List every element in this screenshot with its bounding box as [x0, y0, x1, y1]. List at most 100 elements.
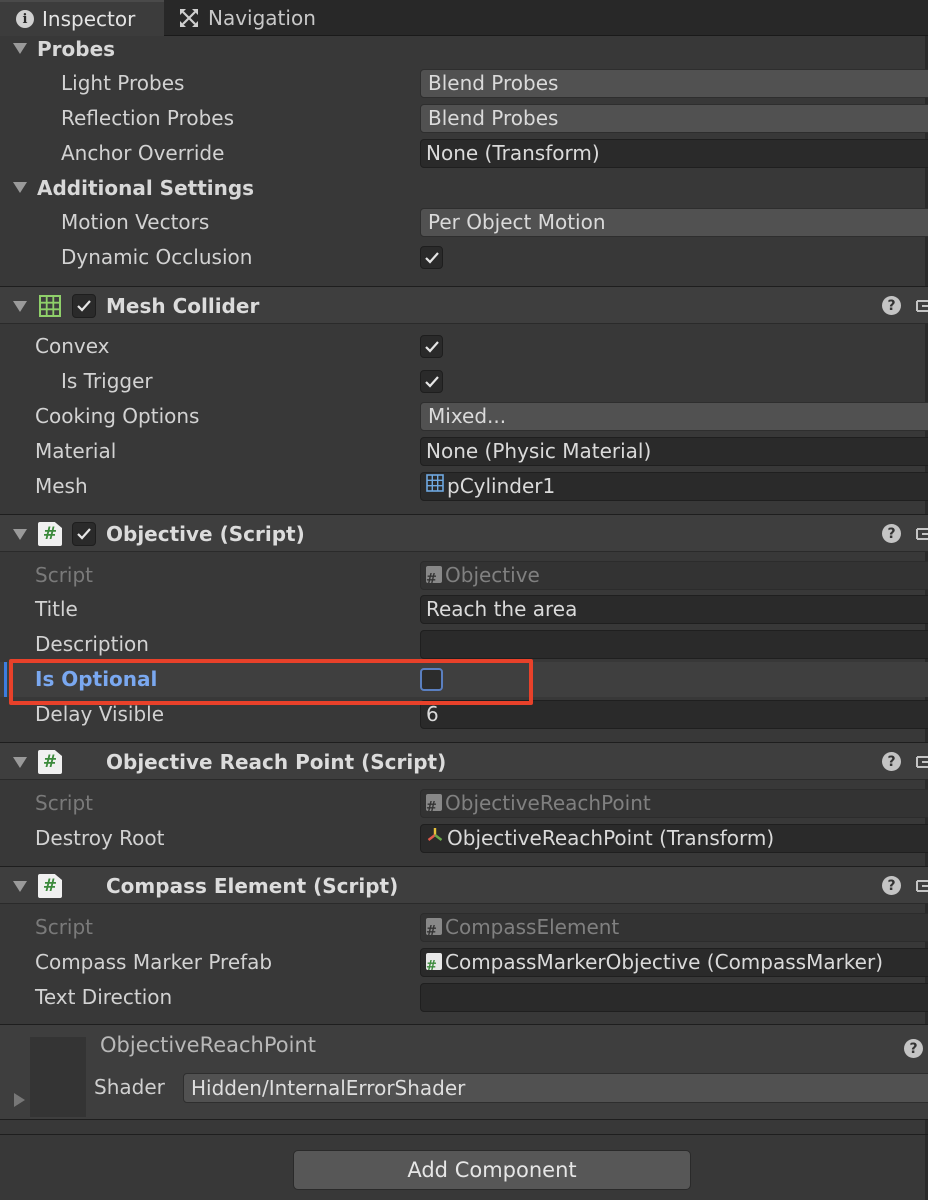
tab-navigation[interactable]: Navigation: [176, 0, 346, 36]
mesh-collider-header[interactable]: Mesh Collider ?: [0, 286, 928, 324]
objective-reach-point-title: Objective Reach Point (Script): [106, 750, 447, 774]
script-icon: #: [426, 566, 442, 587]
info-icon: i: [16, 10, 34, 28]
compass-element-title: Compass Element (Script): [106, 874, 399, 898]
add-component-button[interactable]: Add Component: [293, 1150, 691, 1190]
delay-visible-input[interactable]: 6: [420, 700, 928, 729]
objective-reach-point-header[interactable]: # Objective Reach Point (Script) ?: [0, 742, 928, 780]
anchor-override-label: Anchor Override: [61, 141, 225, 165]
settings-icon[interactable]: [914, 753, 928, 771]
mesh-collider-enabled-checkbox[interactable]: [72, 294, 96, 318]
convex-row: Convex: [0, 329, 928, 364]
mesh-collider-title: Mesh Collider: [106, 294, 260, 318]
help-icon[interactable]: ?: [882, 752, 901, 771]
chevron-down-icon: [13, 757, 27, 768]
material-row: Material None (Physic Material): [0, 434, 928, 469]
motion-vectors-label: Motion Vectors: [61, 210, 210, 234]
script-icon: #: [38, 750, 62, 774]
material-name: ObjectiveReachPoint: [100, 1033, 317, 1057]
light-probes-dropdown[interactable]: Blend Probes: [420, 69, 928, 98]
destroy-root-label: Destroy Root: [35, 826, 165, 850]
mesh-label: Mesh: [35, 474, 88, 498]
compass-marker-prefab-row: Compass Marker Prefab # CompassMarkerObje…: [0, 945, 928, 980]
compass-marker-prefab-label: Compass Marker Prefab: [35, 950, 273, 974]
additional-settings-foldout[interactable]: Additional Settings: [0, 171, 928, 206]
script-field: # ObjectiveReachPoint: [420, 789, 928, 818]
text-direction-field[interactable]: [420, 983, 928, 1012]
shader-dropdown[interactable]: Hidden/InternalErrorShader: [183, 1073, 928, 1103]
shader-label: Shader: [94, 1075, 165, 1099]
motion-vectors-dropdown[interactable]: Per Object Motion: [420, 208, 928, 237]
help-icon[interactable]: ?: [882, 524, 901, 543]
title-label: Title: [35, 597, 78, 621]
chevron-down-icon: [13, 182, 27, 193]
chevron-right-icon[interactable]: [14, 1093, 25, 1107]
destroy-root-value: ObjectiveReachPoint (Transform): [447, 826, 775, 850]
probes-foldout[interactable]: Probes: [0, 32, 928, 67]
light-probes-row: Light Probes Blend Probes: [0, 66, 928, 101]
script-label: Script: [35, 915, 94, 939]
script-value: CompassElement: [445, 915, 620, 939]
description-row: Description: [0, 627, 928, 662]
objective-header[interactable]: # Objective (Script) ?: [0, 514, 928, 552]
is-optional-checkbox[interactable]: [420, 668, 443, 691]
compass-marker-prefab-field[interactable]: # CompassMarkerObjective (CompassMarker): [420, 948, 928, 977]
settings-icon[interactable]: [914, 525, 928, 543]
checkmark-icon: [424, 251, 439, 264]
script-value: ObjectiveReachPoint: [445, 791, 651, 815]
material-thumbnail: [30, 1037, 86, 1117]
is-optional-row: Is Optional: [0, 662, 928, 697]
script-icon: #: [426, 794, 442, 815]
reflection-probes-dropdown[interactable]: Blend Probes: [420, 104, 928, 133]
mesh-field[interactable]: pCylinder1: [420, 472, 928, 501]
destroy-root-row: Destroy Root ObjectiveReachPoint (Transf…: [0, 821, 928, 856]
checkmark-icon: [424, 375, 439, 388]
tab-inspector[interactable]: i Inspector: [0, 0, 164, 36]
material-label: Material: [35, 439, 117, 463]
mesh-collider-icon: [38, 294, 62, 318]
is-trigger-checkbox[interactable]: [420, 370, 443, 393]
compass-script-row: Script # CompassElement: [0, 910, 928, 945]
navigation-icon: [178, 7, 200, 29]
additional-settings-label: Additional Settings: [37, 176, 255, 200]
convex-label: Convex: [35, 334, 110, 358]
help-icon[interactable]: ?: [882, 296, 901, 315]
dynamic-occlusion-checkbox[interactable]: [420, 246, 443, 269]
mesh-value: pCylinder1: [447, 474, 556, 498]
script-label: Script: [35, 791, 94, 815]
objective-enabled-checkbox[interactable]: [72, 522, 96, 546]
script-icon: #: [38, 522, 62, 546]
script-field: # CompassElement: [420, 913, 928, 942]
script-value: Objective: [445, 563, 540, 587]
help-icon[interactable]: ?: [882, 876, 901, 895]
chevron-down-icon: [13, 881, 27, 892]
help-icon[interactable]: ?: [904, 1039, 923, 1058]
chevron-down-icon: [13, 301, 27, 312]
cooking-options-label: Cooking Options: [35, 404, 200, 428]
transform-icon: [426, 825, 444, 851]
tab-navigation-label: Navigation: [208, 6, 316, 30]
text-direction-row: Text Direction: [0, 980, 928, 1015]
cooking-options-dropdown[interactable]: Mixed...: [420, 402, 928, 431]
settings-icon[interactable]: [914, 297, 928, 315]
chevron-down-icon: [13, 43, 27, 54]
checkmark-icon: [424, 340, 439, 353]
convex-checkbox[interactable]: [420, 335, 443, 358]
compass-element-header[interactable]: # Compass Element (Script) ?: [0, 866, 928, 904]
destroy-root-field[interactable]: ObjectiveReachPoint (Transform): [420, 824, 928, 853]
description-input[interactable]: [420, 630, 928, 659]
script-label: Script: [35, 563, 94, 587]
motion-vectors-row: Motion Vectors Per Object Motion: [0, 205, 928, 240]
delay-visible-label: Delay Visible: [35, 702, 165, 726]
is-trigger-label: Is Trigger: [61, 369, 153, 393]
material-field[interactable]: None (Physic Material): [420, 437, 928, 466]
dynamic-occlusion-row: Dynamic Occlusion: [0, 240, 928, 275]
material-preview: ObjectiveReachPoint ? Shader Hidden/Inte…: [0, 1024, 928, 1120]
text-direction-label: Text Direction: [35, 985, 173, 1009]
cooking-options-row: Cooking Options Mixed...: [0, 399, 928, 434]
anchor-override-field[interactable]: None (Transform): [420, 139, 928, 168]
checkmark-icon: [77, 528, 91, 540]
settings-icon[interactable]: [914, 877, 928, 895]
title-input[interactable]: Reach the area: [420, 595, 928, 624]
is-optional-label: Is Optional: [35, 667, 158, 691]
